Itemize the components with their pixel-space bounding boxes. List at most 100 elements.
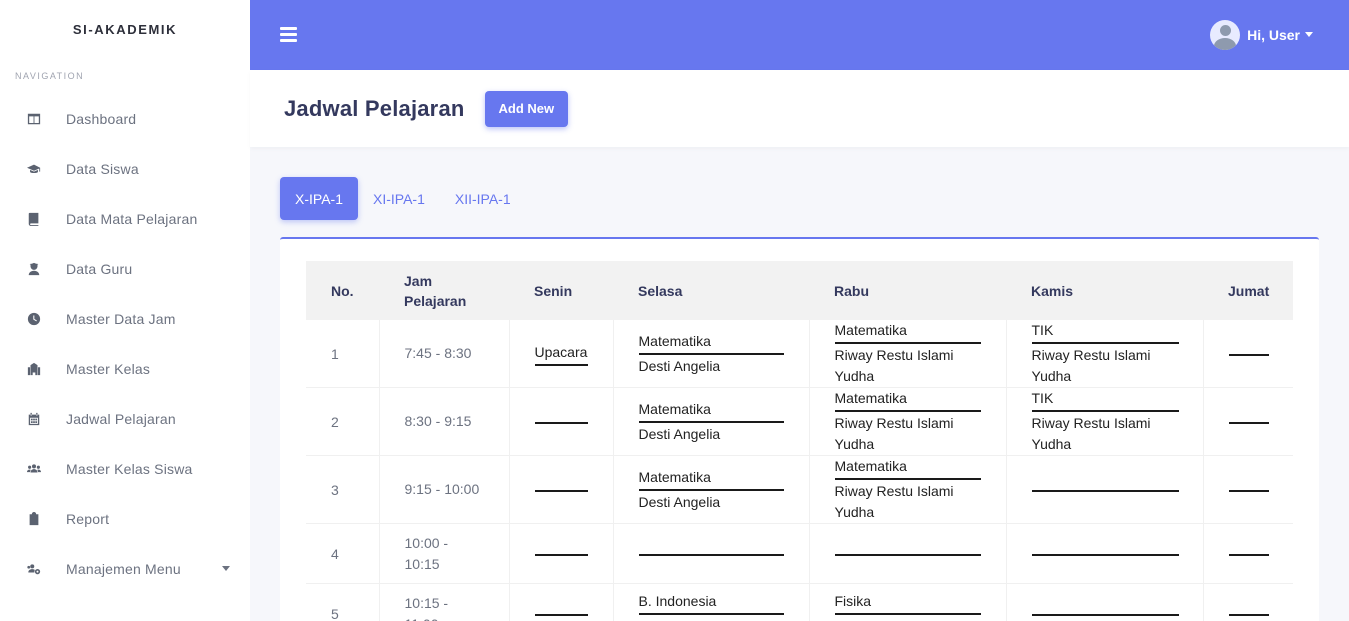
sidebar-item-report[interactable]: Report (0, 494, 250, 544)
slot-subject: Matematika (834, 388, 981, 412)
sidebar-item-label: Master Kelas (66, 361, 151, 377)
empty-slot-line[interactable] (1228, 353, 1269, 356)
cell-senin (508, 583, 613, 621)
sidebar-item-label: Master Kelas Siswa (66, 461, 193, 477)
slot-teacher: Riway Restu Islami Yudha (834, 483, 954, 520)
sidebar-item-jadwal-pelajaran[interactable]: Jadwal Pelajaran (0, 394, 250, 444)
sidebar-item-label: Report (66, 511, 110, 527)
brand-logo[interactable]: SI-AKADEMIK (0, 0, 250, 58)
slot-subject: Matematika (638, 331, 784, 355)
empty-slot-line[interactable] (1031, 489, 1179, 492)
sidebar-item-data-mata-pelajaran[interactable]: Data Mata Pelajaran (0, 194, 250, 244)
cell-selasa: Matematika Desti Angelia (612, 387, 809, 456)
schedule-slot[interactable]: B. IndonesiaRiway Restu Islami (638, 591, 784, 621)
graduation-cap-icon (26, 161, 42, 177)
empty-slot-line[interactable] (534, 553, 588, 556)
sidebar-item-label: Data Siswa (66, 161, 139, 177)
sidebar-item-label: Manajemen Menu (66, 561, 181, 577)
schedule-slot[interactable]: Matematika Riway Restu Islami Yudha (834, 388, 981, 455)
empty-slot-line[interactable] (1228, 613, 1269, 616)
slot-teacher: Riway Restu Islami Yudha (1031, 415, 1151, 452)
empty-slot-line[interactable] (1228, 421, 1269, 424)
sidebar-item-data-guru[interactable]: Data Guru (0, 244, 250, 294)
cell-jumat (1202, 320, 1293, 388)
slot-teacher: Riway Restu Islami Yudha (834, 415, 954, 452)
cell-senin (508, 387, 613, 456)
avatar (1210, 20, 1241, 50)
slot-subject: Matematika (638, 467, 784, 491)
schedule-slot[interactable]: Matematika Riway Restu Islami Yudha (834, 456, 981, 523)
table-body: 1 7:45 - 8:30 Upacara Matematika Desti Angel… (306, 320, 1293, 621)
sidebar-item-label: Master Data Jam (66, 311, 176, 327)
slot-teacher: Riway Restu Islami Yudha (834, 347, 954, 384)
sidebar-item-dashboard[interactable]: Dashboard (0, 94, 250, 144)
empty-slot-line[interactable] (1228, 489, 1269, 492)
col-jam-line2: Pelajaran (404, 292, 467, 309)
schedule-slot[interactable]: FisikaUser (834, 591, 981, 621)
table-wrapper: No. Jam Pelajaran Senin Selasa Rabu Kamis… (306, 261, 1293, 621)
tab-xi-ipa-1[interactable]: XI-IPA-1 (358, 177, 440, 220)
schedule-slot[interactable]: Upacara (534, 342, 588, 366)
sidebar-item-master-data-jam[interactable]: Master Data Jam (0, 294, 250, 344)
sidebar-item-master-kelas[interactable]: Master Kelas (0, 344, 250, 394)
empty-slot-line[interactable] (534, 613, 588, 616)
col-kamis: Kamis (1006, 261, 1203, 320)
slot-teacher: Desti Angelia (638, 357, 721, 374)
cell-selasa: B. IndonesiaRiway Restu Islami (612, 583, 809, 621)
jam-text: 9:15 - 10:00 (404, 481, 480, 497)
sidebar-item-manajemen-menu[interactable]: Manajemen Menu (0, 544, 250, 594)
school-icon (26, 361, 42, 377)
cell-no: 2 (306, 387, 379, 456)
empty-slot-line[interactable] (1228, 553, 1269, 556)
sidebar-item-label: Data Guru (66, 261, 133, 277)
empty-slot-line[interactable] (1031, 553, 1179, 556)
slot-subject: Matematika (638, 399, 784, 423)
schedule-slot[interactable]: Matematika Desti Angelia (638, 331, 784, 377)
cell-rabu: Matematika Riway Restu Islami Yudha (808, 455, 1006, 524)
cell-kamis: TIK Riway Restu Islami Yudha (1005, 320, 1203, 388)
hamburger-icon[interactable] (280, 27, 297, 42)
schedule-slot[interactable]: Matematika Desti Angelia (638, 467, 784, 513)
col-rabu: Rabu (809, 261, 1006, 320)
cell-jumat (1202, 523, 1293, 584)
slot-subject: TIK (1031, 320, 1179, 344)
table-row: 5 10:15 - 11:00 B. IndonesiaRiway Restu Is… (306, 583, 1293, 621)
cell-jam: 10:00 - 10:15 (378, 523, 509, 584)
col-senin: Senin (509, 261, 613, 320)
tab-xii-ipa-1[interactable]: XII-IPA-1 (440, 177, 526, 220)
slot-subject: TIK (1031, 388, 1179, 412)
tab-x-ipa-1[interactable]: X-IPA-1 (280, 177, 358, 220)
jam-text: 8:30 - 9:15 (404, 413, 472, 429)
slot-teacher: User (835, 615, 981, 621)
schedule-slot[interactable]: Matematika Riway Restu Islami Yudha (834, 320, 981, 387)
empty-slot-line[interactable] (534, 421, 588, 424)
cell-senin (508, 523, 613, 584)
table-row: 3 9:15 - 10:00 Matematika Desti Angelia Mate… (306, 455, 1293, 524)
user-greeting: Hi, User (1247, 27, 1300, 43)
schedule-slot[interactable]: Matematika Desti Angelia (638, 399, 784, 445)
sidebar-item-data-siswa[interactable]: Data Siswa (0, 144, 250, 194)
sidebar-item-master-kelas-siswa[interactable]: Master Kelas Siswa (0, 444, 250, 494)
empty-slot-line[interactable] (1031, 613, 1179, 616)
users-icon (26, 461, 42, 477)
table-row: 1 7:45 - 8:30 Upacara Matematika Desti Angel… (306, 320, 1293, 388)
cell-kamis (1005, 583, 1203, 621)
add-new-button[interactable]: Add New (484, 90, 569, 127)
calendar-icon (26, 411, 42, 427)
page-title: Jadwal Pelajaran (284, 95, 465, 121)
empty-slot-line[interactable] (638, 553, 784, 556)
schedule-slot[interactable]: TIK Riway Restu Islami Yudha (1031, 388, 1179, 455)
cell-no: 3 (306, 455, 379, 524)
cell-no: 4 (306, 523, 379, 584)
nav-list: Dashboard Data Siswa Data Mata Pelajaran… (0, 94, 250, 594)
slot-subject: Matematika (834, 456, 981, 480)
user-menu[interactable]: Hi, User (1210, 20, 1313, 50)
jam-text: 10:00 - 10:15 (404, 534, 449, 572)
empty-slot-line[interactable] (534, 489, 588, 492)
cell-selasa: Matematika Desti Angelia (612, 455, 809, 524)
col-selasa: Selasa (613, 261, 809, 320)
schedule-slot[interactable]: TIK Riway Restu Islami Yudha (1031, 320, 1179, 387)
empty-slot-line[interactable] (834, 553, 981, 556)
cell-rabu (808, 523, 1006, 584)
teacher-icon (26, 261, 42, 277)
